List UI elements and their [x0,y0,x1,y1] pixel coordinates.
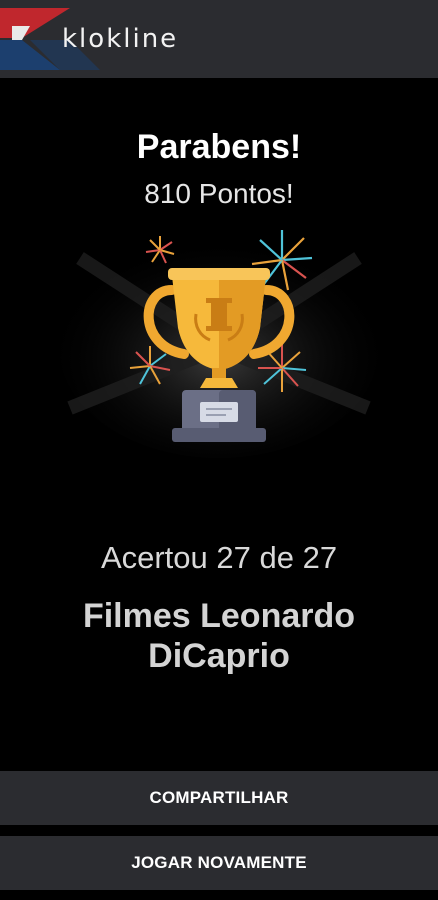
result-screen: Parabens! 810 Pontos! Acertou 27 de 27 F… [0,78,438,770]
bottom-edge [0,890,438,900]
play-again-button[interactable]: JOGAR NOVAMENTE [0,836,438,890]
score-text: Acertou 27 de 27 [100,540,338,575]
share-button[interactable]: COMPARTILHAR [0,771,438,825]
app-header: klokline [0,0,438,78]
trophy-icon [60,230,378,458]
brand-name: klokline [62,24,179,54]
button-divider [0,825,438,836]
quiz-title: Filmes Leonardo DiCaprio [82,597,356,675]
points-text: 810 Pontos! [144,178,294,209]
congrats-title: Parabens! [136,128,302,166]
